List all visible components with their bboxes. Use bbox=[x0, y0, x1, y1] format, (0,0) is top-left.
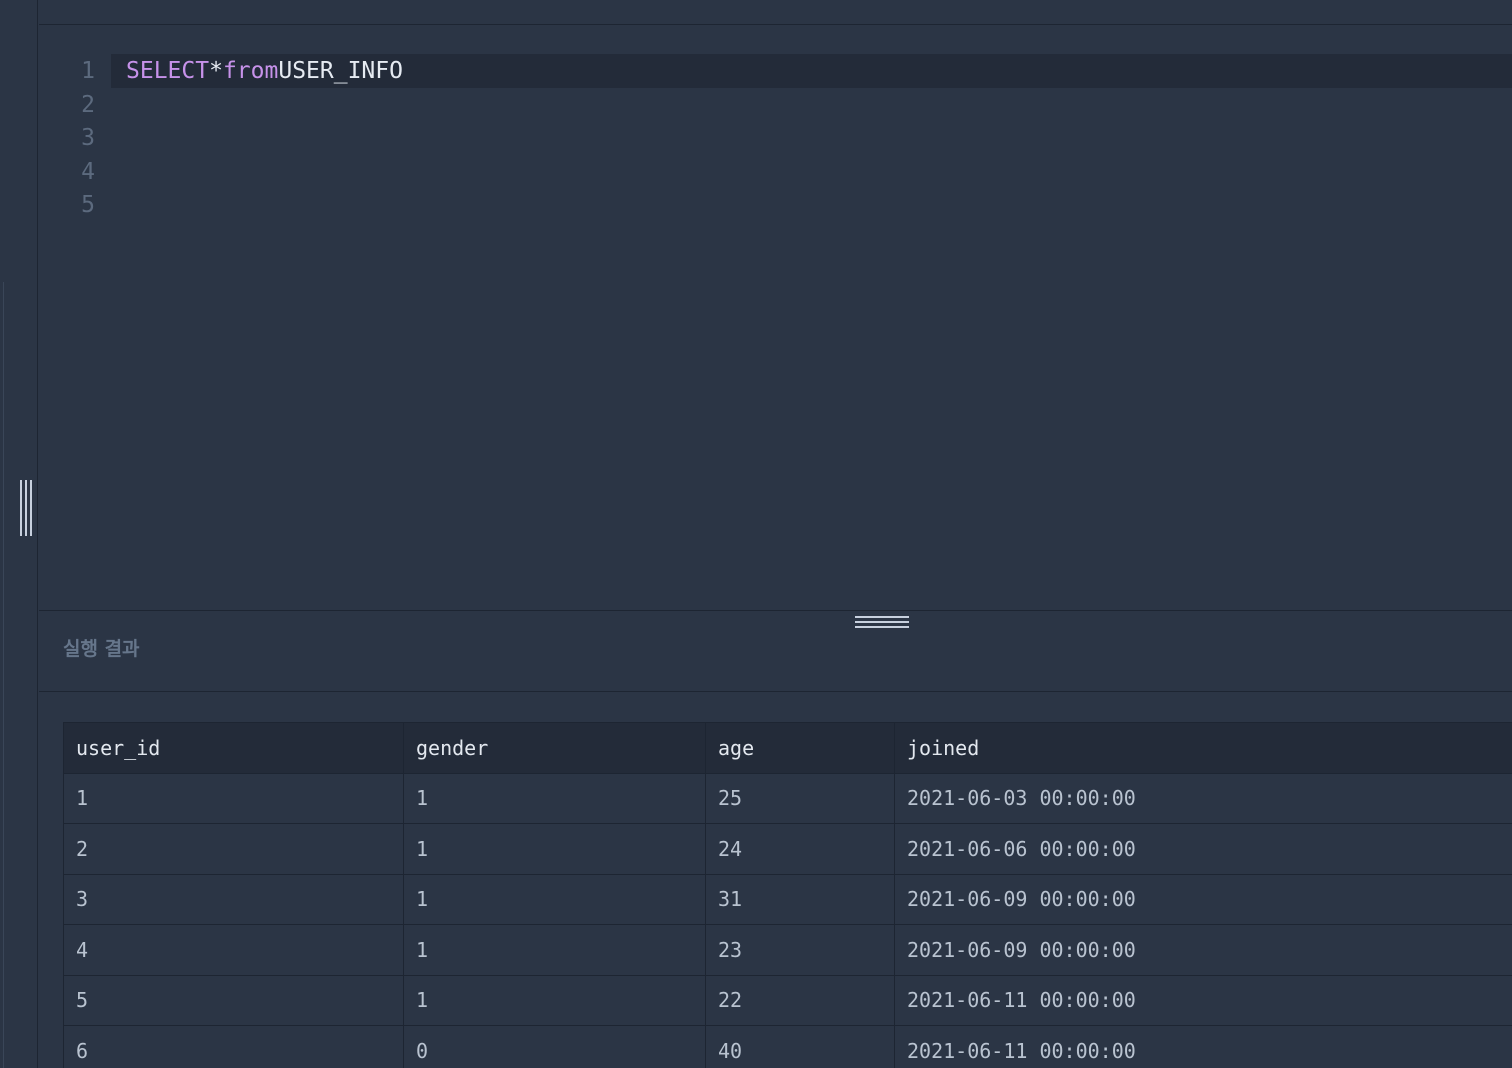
table-cell[interactable]: 6 bbox=[63, 1025, 404, 1068]
table-cell[interactable]: 0 bbox=[403, 1025, 706, 1068]
table-cell[interactable]: 24 bbox=[705, 823, 895, 875]
table-cell[interactable]: 31 bbox=[705, 873, 895, 925]
results-table-container[interactable]: user_id gender age joined 1 1 25 2021-06… bbox=[63, 722, 1512, 1068]
keyword-token: SELECT bbox=[126, 58, 210, 84]
panel-divider bbox=[3, 282, 4, 1068]
table-cell[interactable]: 1 bbox=[403, 873, 706, 925]
column-header-gender[interactable]: gender bbox=[403, 722, 706, 774]
table-header-row: user_id gender age joined bbox=[63, 722, 1512, 774]
keyword-token: from bbox=[222, 58, 279, 84]
identifier-token: USER_INFO bbox=[278, 58, 403, 84]
table-row[interactable]: 6 0 40 2021-06-11 00:00:00 bbox=[63, 1025, 1512, 1068]
editor-line[interactable]: 3 bbox=[39, 121, 1512, 155]
results-title: 실행 결과 bbox=[63, 638, 140, 660]
table-cell[interactable]: 22 bbox=[705, 974, 895, 1026]
code-line[interactable]: SELECT * from USER_INFO bbox=[111, 54, 1512, 88]
operator-token: * bbox=[209, 58, 223, 84]
table-cell[interactable]: 23 bbox=[705, 924, 895, 976]
table-cell[interactable]: 1 bbox=[403, 974, 706, 1026]
left-panel-strip bbox=[0, 0, 38, 1068]
table-cell[interactable]: 2021-06-03 00:00:00 bbox=[894, 772, 1512, 824]
table-cell[interactable]: 1 bbox=[403, 772, 706, 824]
table-cell[interactable]: 2021-06-11 00:00:00 bbox=[894, 1025, 1512, 1068]
table-row[interactable]: 2 1 24 2021-06-06 00:00:00 bbox=[63, 823, 1512, 875]
sql-editor[interactable]: 1 SELECT * from USER_INFO 2 3 4 5 bbox=[39, 25, 1512, 610]
table-cell[interactable]: 40 bbox=[705, 1025, 895, 1068]
table-cell[interactable]: 1 bbox=[403, 924, 706, 976]
table-cell[interactable]: 2021-06-06 00:00:00 bbox=[894, 823, 1512, 875]
table-cell[interactable]: 3 bbox=[63, 873, 404, 925]
table-cell[interactable]: 2 bbox=[63, 823, 404, 875]
column-header-joined[interactable]: joined bbox=[894, 722, 1512, 774]
editor-results-splitter bbox=[39, 610, 1512, 611]
table-row[interactable]: 4 1 23 2021-06-09 00:00:00 bbox=[63, 924, 1512, 976]
sql-workspace: 1 SELECT * from USER_INFO 2 3 4 5 실행 결과 … bbox=[0, 0, 1512, 1068]
line-number: 1 bbox=[81, 58, 95, 84]
table-cell[interactable]: 5 bbox=[63, 974, 404, 1026]
editor-line[interactable]: 1 SELECT * from USER_INFO bbox=[39, 54, 1512, 88]
vertical-resize-handle[interactable] bbox=[17, 480, 34, 536]
line-number: 3 bbox=[81, 125, 95, 151]
editor-line[interactable]: 5 bbox=[39, 188, 1512, 222]
table-cell[interactable]: 2021-06-09 00:00:00 bbox=[894, 924, 1512, 976]
results-divider bbox=[39, 691, 1512, 692]
table-cell[interactable]: 2021-06-11 00:00:00 bbox=[894, 974, 1512, 1026]
table-cell[interactable]: 4 bbox=[63, 924, 404, 976]
line-number: 4 bbox=[81, 159, 95, 185]
editor-top-bar bbox=[39, 0, 1512, 25]
editor-line[interactable]: 4 bbox=[39, 155, 1512, 189]
table-row[interactable]: 5 1 22 2021-06-11 00:00:00 bbox=[63, 974, 1512, 1026]
table-cell[interactable]: 1 bbox=[403, 823, 706, 875]
line-number: 5 bbox=[81, 192, 95, 218]
column-header-age[interactable]: age bbox=[705, 722, 895, 774]
table-cell[interactable]: 1 bbox=[63, 772, 404, 824]
table-row[interactable]: 1 1 25 2021-06-03 00:00:00 bbox=[63, 772, 1512, 824]
editor-line[interactable]: 2 bbox=[39, 88, 1512, 122]
horizontal-resize-handle[interactable] bbox=[855, 616, 909, 630]
table-cell[interactable]: 25 bbox=[705, 772, 895, 824]
results-table: user_id gender age joined 1 1 25 2021-06… bbox=[63, 722, 1512, 1068]
line-number: 2 bbox=[81, 92, 95, 118]
table-row[interactable]: 3 1 31 2021-06-09 00:00:00 bbox=[63, 873, 1512, 925]
table-cell[interactable]: 2021-06-09 00:00:00 bbox=[894, 873, 1512, 925]
column-header-user-id[interactable]: user_id bbox=[63, 722, 404, 774]
